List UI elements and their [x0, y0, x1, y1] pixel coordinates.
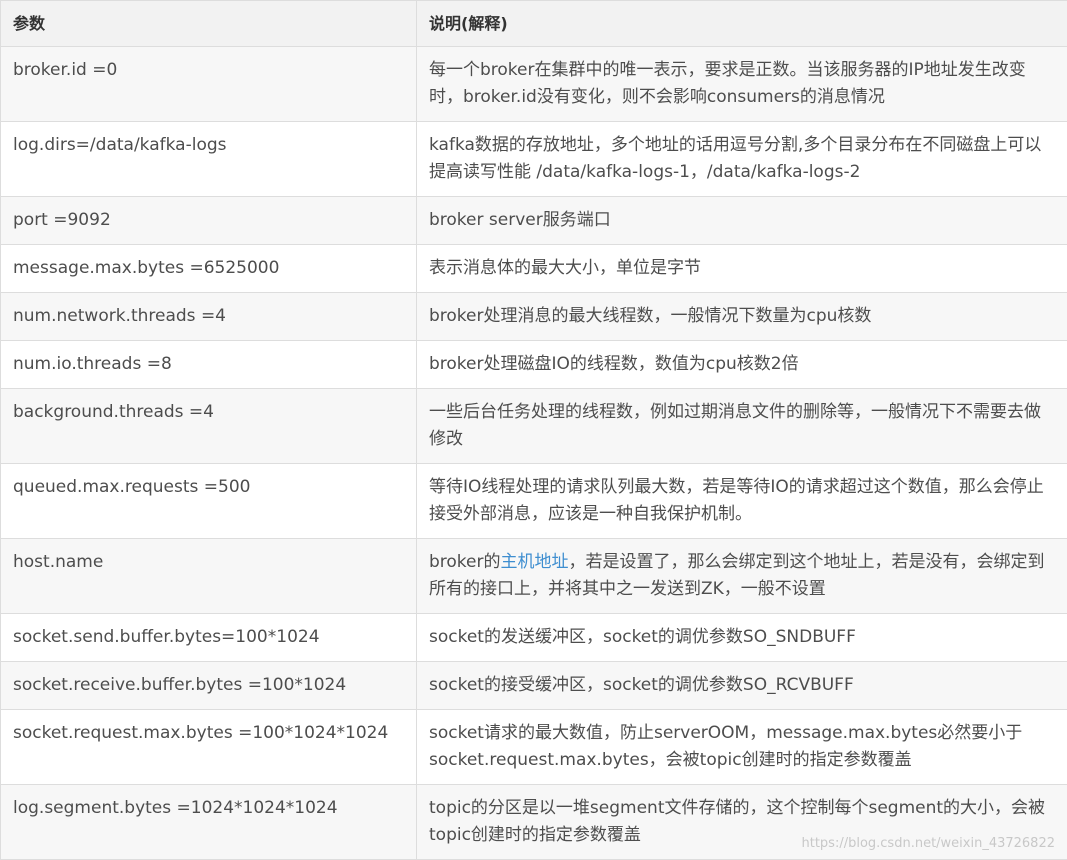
host-address-link[interactable]: 主机地址: [501, 552, 569, 572]
description-text: broker的: [429, 552, 501, 572]
table-row: background.threads =4 一些后台任务处理的线程数，例如过期消…: [0, 388, 1067, 464]
param-cell: log.segment.bytes =1024*1024*1024: [0, 784, 417, 860]
watermark: https://blog.csdn.net/weixin_43726822: [801, 836, 1055, 851]
description-cell: broker处理消息的最大线程数，一般情况下数量为cpu核数: [416, 292, 1067, 341]
description-cell: broker处理磁盘IO的线程数，数值为cpu核数2倍: [416, 340, 1067, 389]
table-row: port =9092 broker server服务端口: [0, 196, 1067, 245]
param-cell: background.threads =4: [0, 388, 417, 464]
param-cell: num.network.threads =4: [0, 292, 417, 341]
table-row: broker.id =0 每一个broker在集群中的唯一表示，要求是正数。当该…: [0, 46, 1067, 122]
description-cell: 每一个broker在集群中的唯一表示，要求是正数。当该服务器的IP地址发生改变时…: [416, 46, 1067, 122]
description-cell: kafka数据的存放地址，多个地址的话用逗号分割,多个目录分布在不同磁盘上可以提…: [416, 121, 1067, 197]
param-cell: socket.receive.buffer.bytes =100*1024: [0, 661, 417, 710]
table-row: log.dirs=/data/kafka-logs kafka数据的存放地址，多…: [0, 121, 1067, 197]
param-cell: message.max.bytes =6525000: [0, 244, 417, 293]
param-cell: broker.id =0: [0, 46, 417, 122]
table-row: socket.receive.buffer.bytes =100*1024 so…: [0, 661, 1067, 710]
description-cell: 一些后台任务处理的线程数，例如过期消息文件的删除等，一般情况下不需要去做修改: [416, 388, 1067, 464]
description-cell: socket请求的最大数值，防止serverOOM，message.max.by…: [416, 709, 1067, 785]
param-cell: log.dirs=/data/kafka-logs: [0, 121, 417, 197]
table-row: queued.max.requests =500 等待IO线程处理的请求队列最大…: [0, 463, 1067, 539]
header-description: 说明(解释): [416, 0, 1067, 47]
table-row: num.network.threads =4 broker处理消息的最大线程数，…: [0, 292, 1067, 341]
table-row: num.io.threads =8 broker处理磁盘IO的线程数，数值为cp…: [0, 340, 1067, 389]
param-cell: socket.send.buffer.bytes=100*1024: [0, 613, 417, 662]
description-cell: socket的发送缓冲区，socket的调优参数SO_SNDBUFF: [416, 613, 1067, 662]
kafka-config-table: 参数 说明(解释) broker.id =0 每一个broker在集群中的唯一表…: [0, 0, 1067, 860]
description-cell: broker server服务端口: [416, 196, 1067, 245]
param-cell: num.io.threads =8: [0, 340, 417, 389]
param-cell: host.name: [0, 538, 417, 614]
description-cell: 等待IO线程处理的请求队列最大数，若是等待IO的请求超过这个数值，那么会停止接受…: [416, 463, 1067, 539]
param-cell: queued.max.requests =500: [0, 463, 417, 539]
description-cell: broker的主机地址，若是设置了，那么会绑定到这个地址上，若是没有，会绑定到所…: [416, 538, 1067, 614]
description-cell: 表示消息体的最大大小，单位是字节: [416, 244, 1067, 293]
table-row: socket.send.buffer.bytes=100*1024 socket…: [0, 613, 1067, 662]
table-row: socket.request.max.bytes =100*1024*1024 …: [0, 709, 1067, 785]
table-header-row: 参数 说明(解释): [0, 0, 1067, 47]
param-cell: port =9092: [0, 196, 417, 245]
table-row: message.max.bytes =6525000 表示消息体的最大大小，单位…: [0, 244, 1067, 293]
table-row: host.name broker的主机地址，若是设置了，那么会绑定到这个地址上，…: [0, 538, 1067, 614]
param-cell: socket.request.max.bytes =100*1024*1024: [0, 709, 417, 785]
description-cell: socket的接受缓冲区，socket的调优参数SO_RCVBUFF: [416, 661, 1067, 710]
header-param: 参数: [0, 0, 417, 47]
